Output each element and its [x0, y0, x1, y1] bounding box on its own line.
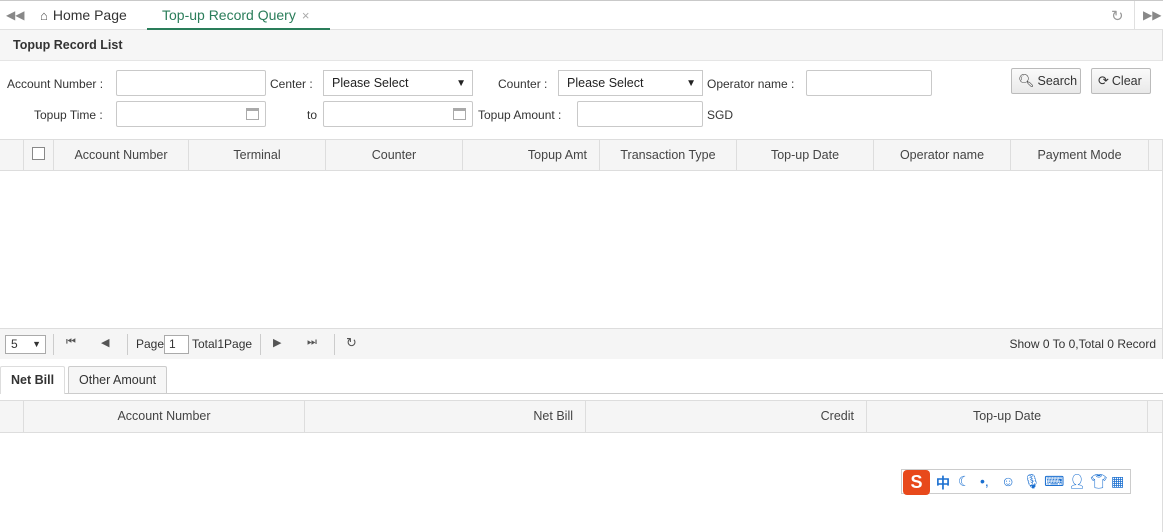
chevron-down-icon: ▼ — [686, 78, 696, 89]
column-header[interactable]: Top-up Date — [737, 140, 874, 170]
chevron-down-icon: ▼ — [456, 78, 466, 89]
center-select[interactable]: Please Select ▼ — [323, 70, 473, 96]
select-all-header — [24, 140, 54, 170]
divider — [53, 334, 54, 355]
select-all-checkbox[interactable] — [32, 147, 45, 160]
counter-select[interactable]: Please Select ▼ — [558, 70, 703, 96]
microphone-icon[interactable]: 🎙︎ — [1023, 473, 1041, 490]
counter-select-value: Please Select — [567, 76, 644, 90]
pagination-bar: 5 ▼ ⏮ ◀ Page 1 Total1Page ▶ ⏭ ↻ Show 0 To… — [0, 328, 1162, 359]
column-header[interactable]: Terminal — [189, 140, 326, 170]
topup-time-to-input[interactable] — [323, 101, 473, 127]
column-header[interactable]: Account Number — [24, 401, 305, 432]
next-page-icon[interactable]: ▶ — [273, 336, 281, 349]
column-header[interactable]: Topup Amt — [463, 140, 600, 170]
topup-time-from-input[interactable] — [116, 101, 266, 127]
ime-logo[interactable]: S — [903, 470, 930, 495]
skin-icon[interactable]: 👕︎ — [1090, 473, 1108, 490]
page-number-input[interactable]: 1 — [164, 335, 189, 354]
to-label: to — [307, 108, 318, 122]
operator-name-input[interactable] — [806, 70, 932, 96]
operator-name-label: Operator name : — [707, 77, 795, 91]
topup-time-label: Topup Time : — [34, 108, 103, 122]
column-header[interactable]: Top-up Date — [867, 401, 1148, 432]
pagination-info: Show 0 To 0,Total 0 Record — [1009, 337, 1156, 351]
net-bill-grid: Account Number Net Bill Credit Top-up Da… — [0, 400, 1163, 532]
tab-net-bill[interactable]: Net Bill — [0, 366, 66, 394]
topup-record-grid: Account Number Terminal Counter Topup Am… — [0, 139, 1163, 359]
ime-toolbar: S 中 ☾ •, ☺ 🎙︎ ⌨ 👤︎ 👕︎ ▦ — [901, 469, 1131, 495]
grid-header: Account Number Net Bill Credit Top-up Da… — [0, 401, 1162, 433]
topup-amount-label: Topup Amount : — [478, 108, 562, 122]
tab-home-label: Home Page — [52, 7, 127, 23]
center-label: Center : — [270, 77, 313, 91]
column-header[interactable]: Net Bill — [305, 401, 586, 432]
close-icon[interactable]: × — [302, 8, 310, 23]
refresh-icon[interactable]: ↻ — [1111, 7, 1124, 25]
tab-bar: ◀◀ ⌂ Home Page Top-up Record Query × ↻ ▶▶ — [0, 0, 1163, 30]
counter-label: Counter : — [498, 77, 548, 91]
topup-amount-input[interactable] — [577, 101, 703, 127]
tab-home-page[interactable]: ⌂ Home Page — [40, 1, 127, 30]
scroll-right-icon[interactable]: ▶▶ — [1143, 8, 1161, 22]
calendar-icon[interactable] — [246, 108, 259, 120]
column-header[interactable]: Transaction Type — [600, 140, 737, 170]
column-header[interactable]: Counter — [326, 140, 463, 170]
scroll-left-icon[interactable]: ◀◀ — [6, 8, 24, 22]
reload-icon[interactable]: ↻ — [346, 335, 357, 351]
panel-title: Topup Record List — [13, 38, 123, 52]
moon-icon[interactable]: ☾ — [958, 473, 971, 490]
tab-topup-record-query[interactable]: Top-up Record Query × — [147, 1, 330, 30]
page-label: Page — [136, 337, 165, 351]
detail-tabs: Net Bill Other Amount — [0, 366, 1163, 394]
search-icon: 🔍︎ — [1018, 73, 1035, 88]
total-pages-label: Total1Page — [192, 337, 253, 351]
tab-active-label: Top-up Record Query — [162, 7, 296, 23]
refresh-icon: ⟳ — [1098, 73, 1109, 88]
account-number-input[interactable] — [116, 70, 266, 96]
ime-mode-toggle[interactable]: 中 — [936, 473, 950, 493]
page-size-value: 5 — [11, 337, 18, 351]
row-number-header — [0, 140, 24, 170]
toolbox-icon[interactable]: ▦ — [1111, 473, 1124, 490]
column-header[interactable]: Account Number — [54, 140, 189, 170]
chevron-down-icon: ▼ — [32, 339, 41, 349]
divider — [1134, 1, 1135, 30]
keyboard-icon[interactable]: ⌨ — [1044, 473, 1064, 490]
last-page-icon[interactable]: ⏭ — [307, 336, 317, 349]
column-header[interactable]: Credit — [586, 401, 867, 432]
divider — [334, 334, 335, 355]
grid-header: Account Number Terminal Counter Topup Am… — [0, 140, 1162, 171]
home-icon: ⌂ — [40, 8, 48, 23]
first-page-icon[interactable]: ⏮ — [66, 336, 76, 349]
emoji-icon[interactable]: ☺ — [1001, 473, 1015, 489]
clear-button-label: Clear — [1111, 74, 1142, 88]
account-number-label: Account Number : — [7, 77, 104, 91]
column-header[interactable]: Payment Mode — [1011, 140, 1149, 170]
tab-other-amount[interactable]: Other Amount — [68, 366, 168, 393]
row-number-header — [0, 401, 24, 432]
punctuation-icon[interactable]: •, — [980, 473, 989, 489]
center-select-value: Please Select — [332, 76, 409, 90]
divider — [260, 334, 261, 355]
search-button-label: Search — [1037, 74, 1078, 88]
calendar-icon[interactable] — [453, 108, 466, 120]
prev-page-icon[interactable]: ◀ — [101, 336, 109, 349]
currency-label: SGD — [707, 108, 734, 122]
clear-button[interactable]: ⟳ Clear — [1091, 68, 1151, 94]
column-header[interactable]: Operator name — [874, 140, 1011, 170]
divider — [127, 334, 128, 355]
page-size-select[interactable]: 5 ▼ — [5, 335, 46, 354]
user-icon[interactable]: 👤︎ — [1068, 473, 1086, 490]
panel-header: Topup Record List — [0, 30, 1163, 61]
search-button[interactable]: 🔍︎ Search — [1011, 68, 1081, 94]
